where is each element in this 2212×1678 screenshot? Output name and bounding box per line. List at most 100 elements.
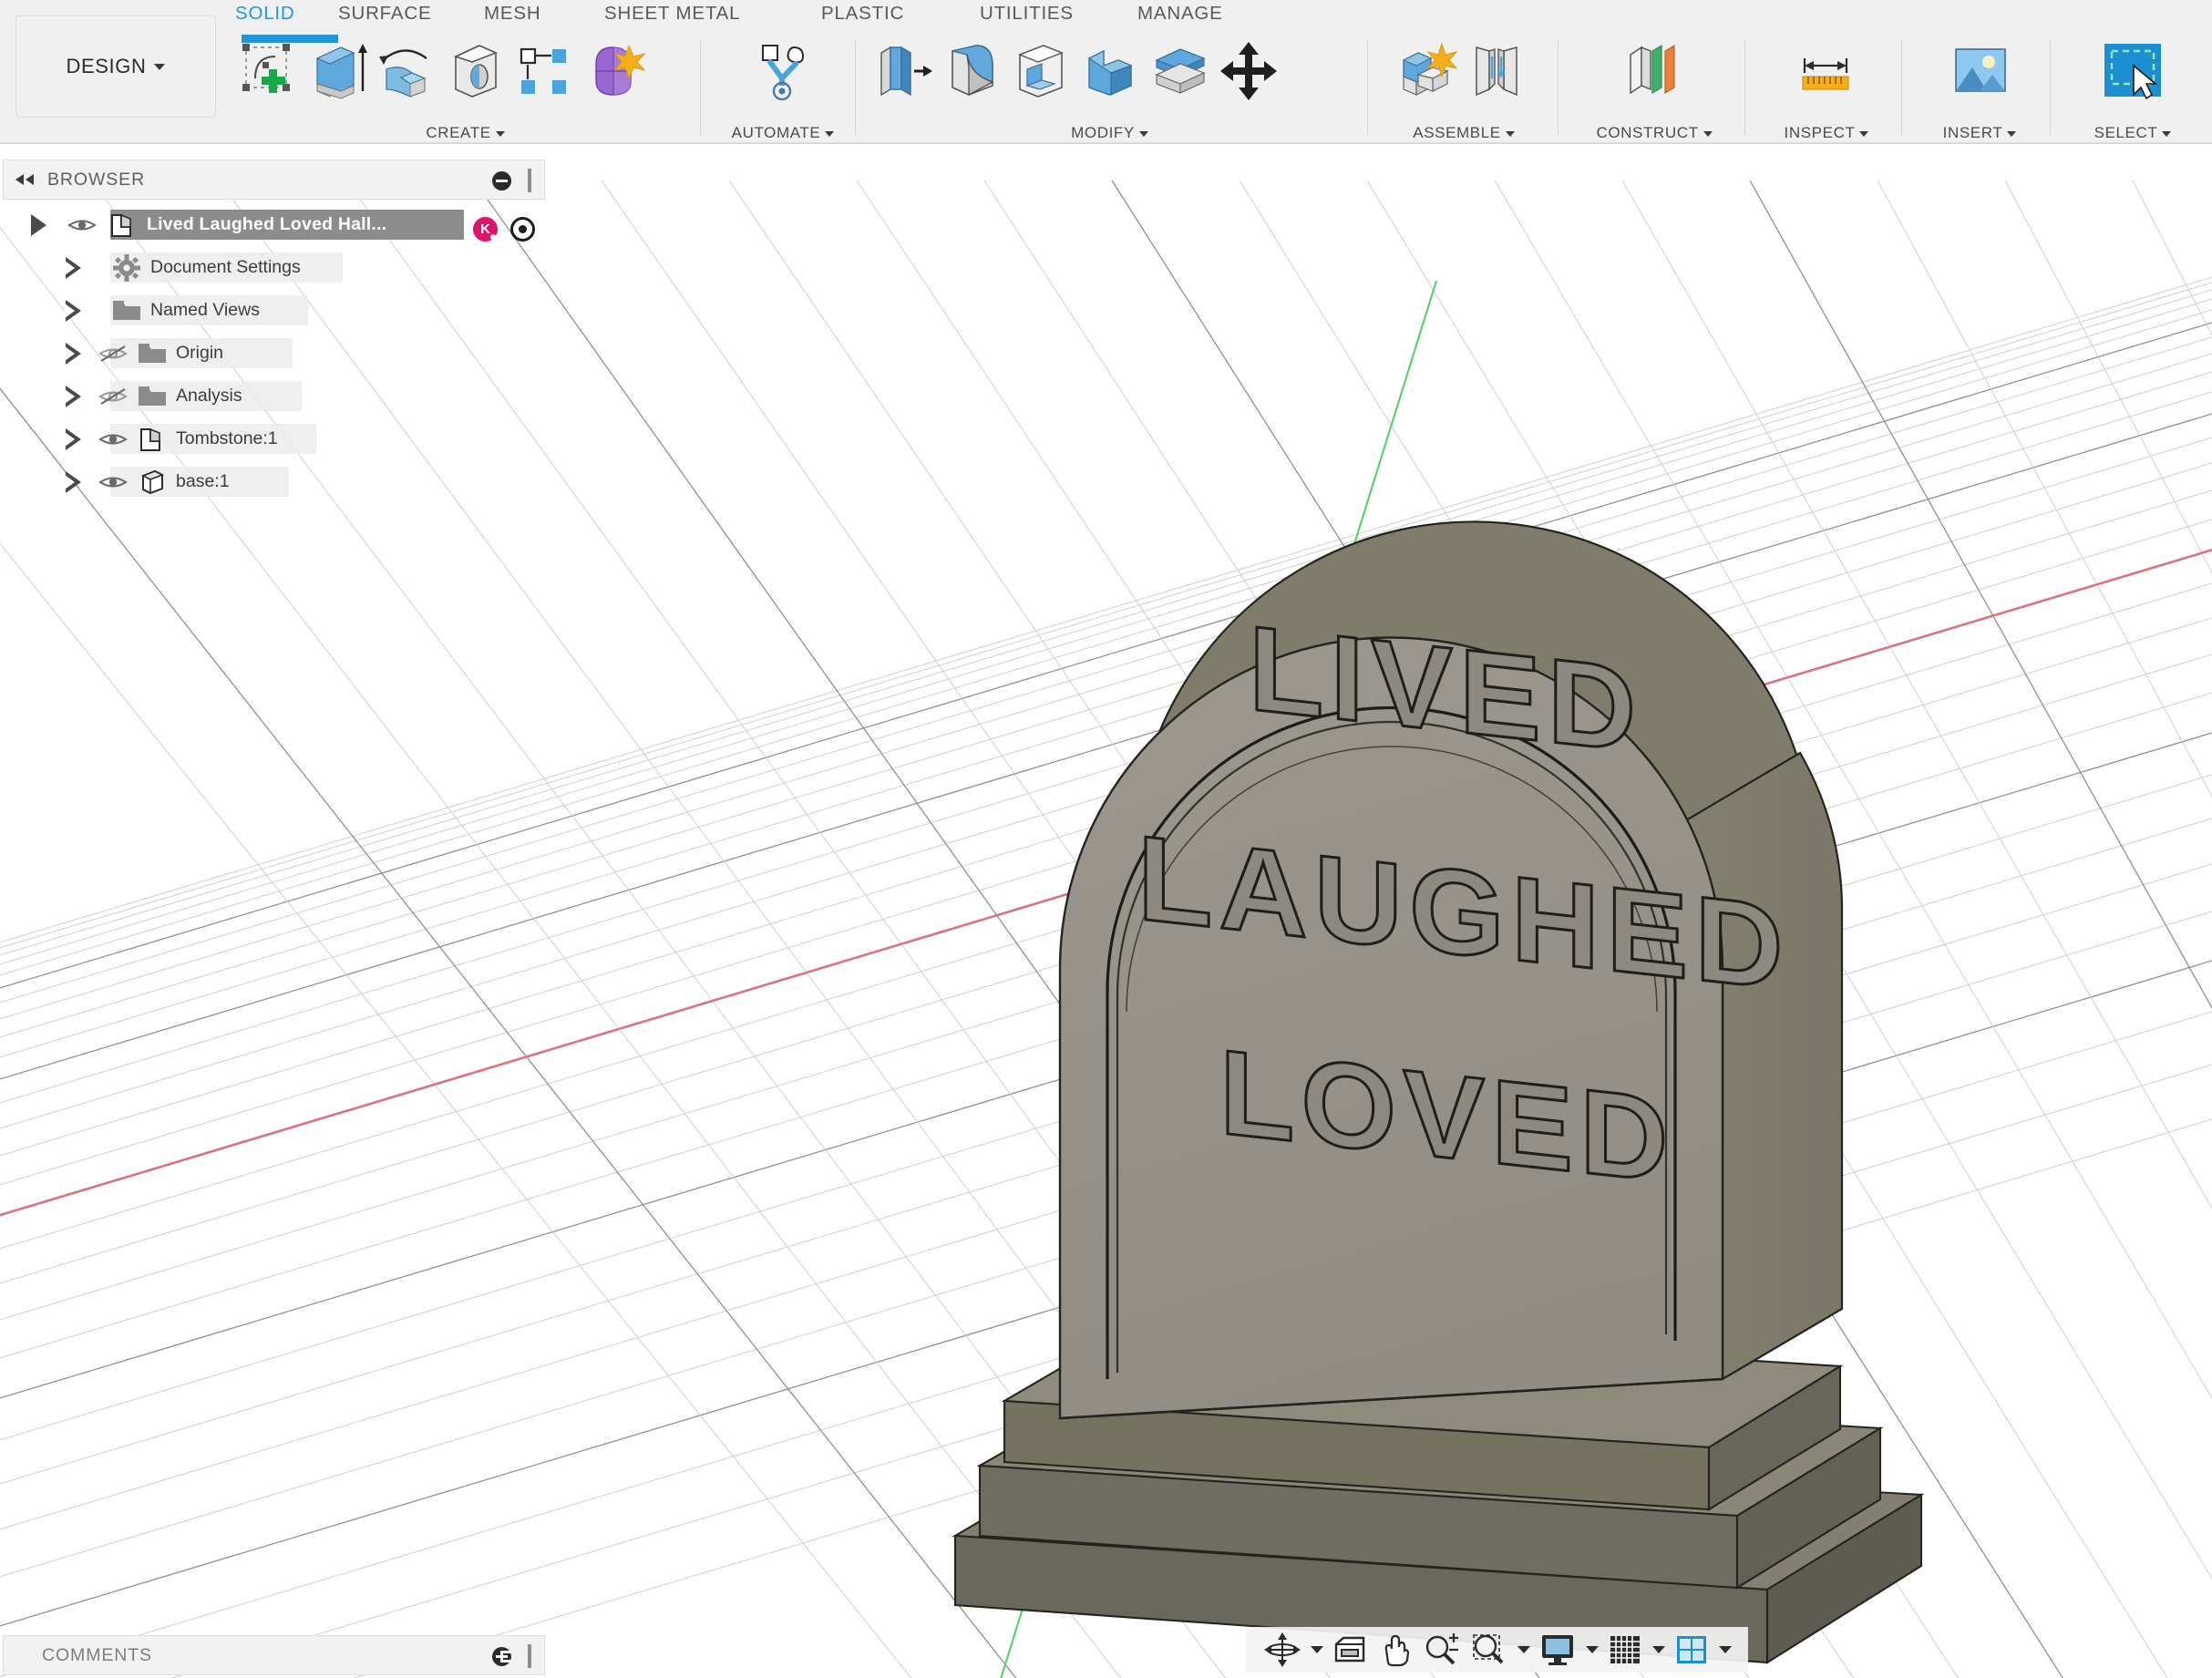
panel-divider — [1367, 40, 1368, 135]
panel-divider — [1744, 40, 1745, 135]
look-at-icon[interactable] — [1327, 1632, 1373, 1668]
move-copy-icon[interactable] — [1217, 38, 1282, 106]
extrude-icon[interactable] — [304, 38, 370, 106]
component-icon — [105, 211, 141, 240]
expand-collapse-arrow-icon[interactable] — [57, 427, 88, 450]
panel-divider — [855, 40, 856, 135]
browser-header: BROWSER — [3, 160, 545, 200]
tab-solid[interactable]: SOLID — [235, 3, 295, 25]
insert-image-icon[interactable] — [1947, 38, 2012, 106]
tree-row-label: base:1 — [176, 471, 230, 491]
grid-snaps-icon[interactable] — [1602, 1632, 1648, 1668]
panel-resize-grip[interactable] — [528, 169, 531, 192]
form-icon[interactable] — [581, 38, 647, 106]
ribbon-bottom-divider — [0, 142, 2212, 143]
visibility-eye-hidden-icon[interactable] — [94, 343, 132, 365]
create-sketch-icon[interactable] — [235, 38, 301, 106]
joint-icon[interactable] — [1464, 38, 1529, 106]
plus-circle-icon[interactable] — [492, 1647, 511, 1666]
offset-plane-icon[interactable] — [1621, 38, 1687, 106]
panel-create-label[interactable]: CREATE — [235, 124, 695, 142]
collaborator-badge[interactable]: K — [473, 217, 498, 242]
measure-icon[interactable] — [1794, 38, 1859, 106]
tree-row-document-settings[interactable]: Document Settings — [3, 246, 545, 289]
tab-utilities[interactable]: UTILITIES — [980, 3, 1074, 25]
tab-plastic[interactable]: PLASTIC — [821, 3, 904, 25]
zoom-icon[interactable] — [1418, 1632, 1466, 1668]
panel-inspect-label[interactable]: INSPECT — [1759, 124, 1894, 142]
visibility-eye-icon[interactable] — [63, 214, 101, 236]
panel-construct-label[interactable]: CONSTRUCT — [1572, 124, 1736, 142]
chevron-down-icon — [495, 130, 505, 137]
panel-automate: AUTOMATE — [715, 33, 850, 144]
folder-icon — [134, 339, 170, 368]
tree-row-label: Tombstone:1 — [176, 428, 278, 448]
display-settings-icon[interactable] — [1534, 1632, 1581, 1668]
visibility-eye-icon[interactable] — [94, 428, 132, 450]
panel-select-label[interactable]: SELECT — [2064, 124, 2201, 142]
expand-collapse-arrow-icon[interactable] — [57, 299, 88, 322]
tree-row-named-views[interactable]: Named Views — [3, 289, 545, 332]
browser-title: BROWSER — [47, 169, 146, 190]
visibility-eye-hidden-icon[interactable] — [94, 386, 132, 407]
pan-icon[interactable] — [1373, 1632, 1418, 1668]
tab-mesh[interactable]: MESH — [484, 3, 540, 25]
chevron-down-icon — [154, 63, 166, 70]
body-icon — [134, 468, 170, 497]
tree-row-origin[interactable]: Origin — [3, 332, 545, 375]
panel-divider — [1901, 40, 1902, 135]
tree-row-root[interactable]: Lived Laughed Loved Hall... K — [3, 203, 545, 246]
minus-circle-icon[interactable] — [492, 171, 511, 190]
visibility-eye-icon[interactable] — [94, 471, 132, 493]
select-window-icon[interactable] — [2099, 38, 2165, 106]
tree-row-tombstone[interactable]: Tombstone:1 — [3, 417, 545, 460]
expand-collapse-arrow-icon[interactable] — [57, 256, 88, 279]
pattern-icon[interactable] — [512, 38, 578, 106]
activate-component-radio[interactable] — [510, 217, 535, 242]
panel-resize-grip[interactable] — [528, 1644, 531, 1668]
tree-row-label: Origin — [176, 343, 224, 363]
chevron-down-icon[interactable] — [1311, 1646, 1323, 1653]
orbit-icon[interactable] — [1259, 1632, 1306, 1668]
tree-row-label: Named Views — [150, 300, 260, 320]
chevron-down-icon — [1703, 130, 1713, 137]
panel-insert-label[interactable]: INSERT — [1916, 124, 2043, 142]
ribbon-toolbar: DESIGN SOLID SURFACE MESH SHEET METAL PL… — [0, 0, 2212, 144]
chevron-down-icon[interactable] — [1586, 1646, 1599, 1653]
view-navigation-bar — [1246, 1627, 1748, 1673]
zoom-window-icon[interactable] — [1466, 1632, 1513, 1668]
fusion360-window: DESIGN SOLID SURFACE MESH SHEET METAL PL… — [0, 0, 2212, 1678]
tree-row-label: Analysis — [176, 386, 242, 406]
comments-panel: COMMENTS — [3, 1635, 545, 1675]
viewports-icon[interactable] — [1669, 1632, 1714, 1668]
folder-icon — [134, 382, 170, 411]
press-pull-icon[interactable] — [870, 38, 936, 106]
panel-modify-label[interactable]: MODIFY — [870, 124, 1349, 142]
revolve-icon[interactable] — [374, 38, 439, 106]
tree-row-base[interactable]: base:1 — [3, 460, 545, 503]
workspace-switcher-button[interactable]: DESIGN — [15, 15, 216, 118]
split-face-icon[interactable] — [1147, 38, 1213, 106]
shell-icon[interactable] — [1009, 38, 1075, 106]
panel-automate-label[interactable]: AUTOMATE — [715, 124, 850, 142]
tab-manage[interactable]: MANAGE — [1137, 3, 1223, 25]
panel-assemble-label[interactable]: ASSEMBLE — [1382, 124, 1546, 142]
tab-sheet-metal[interactable]: SHEET METAL — [604, 3, 740, 25]
combine-icon[interactable] — [1078, 38, 1144, 106]
panel-create: CREATE — [235, 33, 695, 144]
expand-collapse-arrow-icon[interactable] — [57, 385, 88, 407]
expand-collapse-arrow-icon[interactable] — [23, 213, 54, 236]
hole-icon[interactable] — [443, 38, 509, 106]
fillet-icon[interactable] — [940, 38, 1005, 106]
automate-icon[interactable] — [750, 38, 816, 106]
tab-surface[interactable]: SURFACE — [338, 3, 431, 25]
chevron-down-icon[interactable] — [1518, 1646, 1530, 1653]
expand-collapse-arrow-icon[interactable] — [57, 342, 88, 365]
tree-row-analysis[interactable]: Analysis — [3, 375, 545, 417]
chevron-down-icon[interactable] — [1652, 1646, 1665, 1653]
new-component-icon[interactable] — [1394, 38, 1460, 106]
chevron-down-icon[interactable] — [1719, 1646, 1732, 1653]
collapse-left-icon[interactable] — [13, 170, 36, 189]
expand-collapse-arrow-icon[interactable] — [57, 470, 88, 493]
chevron-down-icon — [825, 130, 835, 137]
